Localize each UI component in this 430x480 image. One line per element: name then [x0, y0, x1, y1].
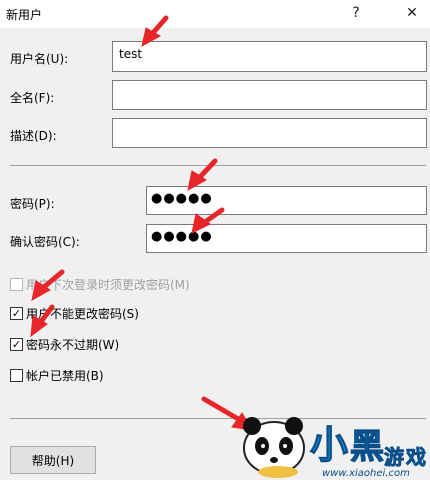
- svg-text:www.xiaohei.com: www.xiaohei.com: [322, 468, 410, 479]
- svg-text:黑: 黑: [350, 427, 384, 467]
- svg-text:游: 游: [384, 445, 404, 469]
- arrow-option-1: [41, 269, 65, 290]
- arrow-username: [149, 15, 169, 37]
- watermark-logo: 小 黑 游 戏 www.xiaohei.com: [243, 417, 426, 479]
- svg-text:小: 小: [310, 423, 348, 467]
- arrow-password: [196, 158, 218, 181]
- svg-text:戏: 戏: [405, 445, 426, 469]
- arrow-confirm: [202, 207, 225, 225]
- arrow-head: [191, 213, 211, 234]
- arrow-watermark: [201, 396, 243, 423]
